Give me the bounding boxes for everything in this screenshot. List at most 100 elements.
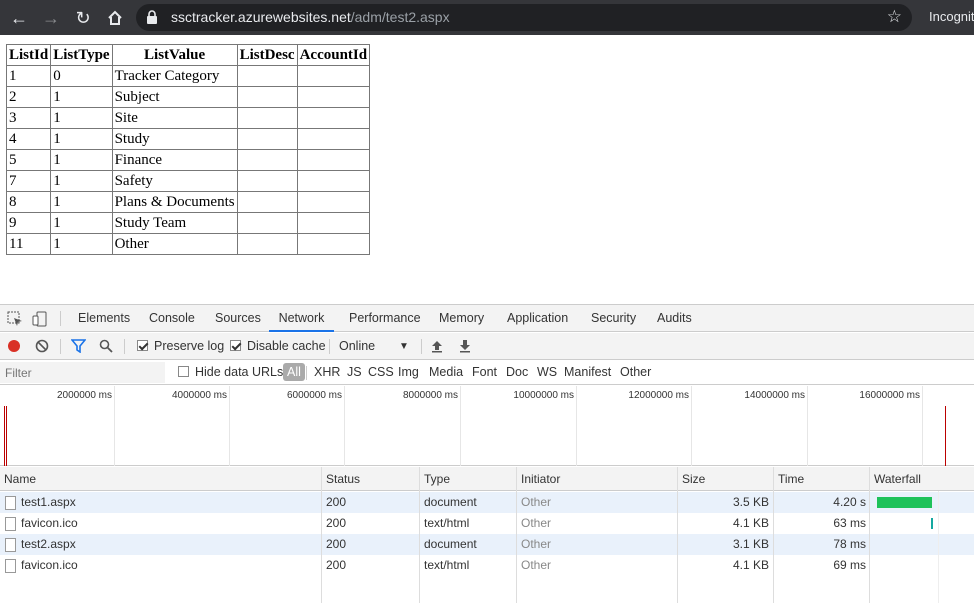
filter-input[interactable] [0,362,165,383]
incognito-label[interactable]: Incognit [929,9,974,24]
table-cell: 1 [50,170,113,192]
export-har-icon[interactable] [458,339,472,353]
col-waterfall[interactable]: Waterfall [870,467,921,491]
col-header: ListType [50,44,113,66]
col-time[interactable]: Time [774,467,804,491]
request-status: 200 [326,537,347,551]
table-row: 4 1 Study [5,128,371,150]
filter-bar: Hide data URLs All XHR JS CSS Img Media … [0,361,974,385]
request-time: 4.20 s [833,495,866,509]
request-row[interactable]: test2.aspx 200 document Other 3.1 KB 78 ms [0,534,974,555]
hide-data-urls-checkbox[interactable]: Hide data URLs [178,365,283,379]
overview-tick: 8000000 ms [402,390,458,401]
device-toolbar-icon[interactable] [32,311,48,327]
request-row[interactable]: favicon.ico 200 text/html Other 4.1 KB 69 ms [0,555,974,576]
document-icon [5,496,16,510]
request-status: 200 [326,495,347,509]
devtools-panel: Elements Console Sources Network Perform… [0,304,974,603]
filter-type-ws[interactable]: WS [537,365,557,379]
request-name[interactable]: favicon.ico [21,555,78,576]
table-row: 7 1 Safety [5,170,371,192]
request-time: 63 ms [833,516,866,530]
request-row[interactable]: test1.aspx 200 document Other 3.5 KB 4.20 s [0,492,974,513]
forward-icon[interactable]: → [40,7,62,29]
request-status: 200 [326,516,347,530]
table-cell [296,170,371,192]
table-cell [236,212,298,234]
request-name[interactable]: test1.aspx [21,492,76,513]
table-cell: 1 [50,149,113,171]
request-initiator: Other [521,537,552,551]
table-cell [236,233,298,255]
tab-elements[interactable]: Elements [72,305,136,332]
record-icon[interactable] [7,339,21,353]
filter-type-font[interactable]: Font [472,365,497,379]
table-cell: Subject [111,86,238,108]
col-type[interactable]: Type [420,467,450,491]
filter-type-manifest[interactable]: Manifest [564,365,611,379]
table-cell: 1 [50,86,113,108]
tab-sources[interactable]: Sources [209,305,267,332]
filter-type-media[interactable]: Media [429,365,463,379]
filter-type-css[interactable]: CSS [368,365,394,379]
back-icon[interactable]: ← [8,7,30,29]
filter-type-js[interactable]: JS [347,365,362,379]
request-initiator: Other [521,495,552,509]
filter-type-doc[interactable]: Doc [506,365,528,379]
devtools-tabbar: Elements Console Sources Network Perform… [0,305,974,332]
tab-memory[interactable]: Memory [433,305,490,332]
col-size[interactable]: Size [678,467,705,491]
tab-performance[interactable]: Performance [343,305,427,332]
network-overview[interactable]: 2000000 ms 4000000 ms 6000000 ms 8000000… [0,386,974,466]
table-cell: 4 [5,128,52,150]
filter-type-other[interactable]: Other [620,365,651,379]
tab-security[interactable]: Security [585,305,642,332]
clear-icon[interactable] [35,339,49,353]
col-header: ListDesc [236,44,298,66]
tab-console[interactable]: Console [143,305,201,332]
overview-tick: 14000000 ms [744,390,805,401]
col-initiator[interactable]: Initiator [517,467,560,491]
col-status[interactable]: Status [322,467,360,491]
col-name[interactable]: Name [0,467,36,491]
waterfall-bar [931,518,933,529]
table-cell: 0 [50,65,113,87]
request-name[interactable]: test2.aspx [21,534,76,555]
search-icon[interactable] [99,339,113,353]
import-har-icon[interactable] [430,339,444,353]
inspect-element-icon[interactable] [7,311,23,327]
filter-type-xhr[interactable]: XHR [314,365,340,379]
overview-marker [6,406,7,466]
request-name[interactable]: favicon.ico [21,513,78,534]
tab-network[interactable]: Network [269,305,334,332]
table-cell: 1 [50,128,113,150]
tab-application[interactable]: Application [501,305,574,332]
throttling-select[interactable]: Online ▼ [339,338,409,355]
reload-icon[interactable]: ↻ [72,7,94,29]
table-cell [296,86,371,108]
table-cell [236,191,298,213]
preserve-log-checkbox[interactable]: Preserve log [137,338,224,355]
bookmark-star-icon[interactable]: ☆ [887,7,902,27]
overview-marker [4,406,5,466]
table-cell: 11 [5,233,52,255]
table-cell [236,149,298,171]
table-cell: 1 [50,107,113,129]
home-icon[interactable] [104,7,126,29]
waterfall-bar [877,497,932,508]
address-bar[interactable]: ssctracker.azurewebsites.net/adm/test2.a… [136,4,912,31]
disable-cache-checkbox[interactable]: Disable cache [230,338,326,355]
filter-icon[interactable] [71,339,86,353]
table-cell: 3 [5,107,52,129]
request-size: 4.1 KB [732,516,769,530]
table-cell: Other [111,233,238,255]
request-row[interactable]: favicon.ico 200 text/html Other 4.1 KB 63 ms [0,513,974,534]
table-cell [236,86,298,108]
table-cell [296,65,371,87]
request-type: document [424,537,477,551]
filter-type-all[interactable]: All [283,363,305,381]
filter-type-img[interactable]: Img [398,365,419,379]
table-cell: 1 [50,191,113,213]
table-cell [296,233,371,255]
tab-audits[interactable]: Audits [651,305,698,332]
